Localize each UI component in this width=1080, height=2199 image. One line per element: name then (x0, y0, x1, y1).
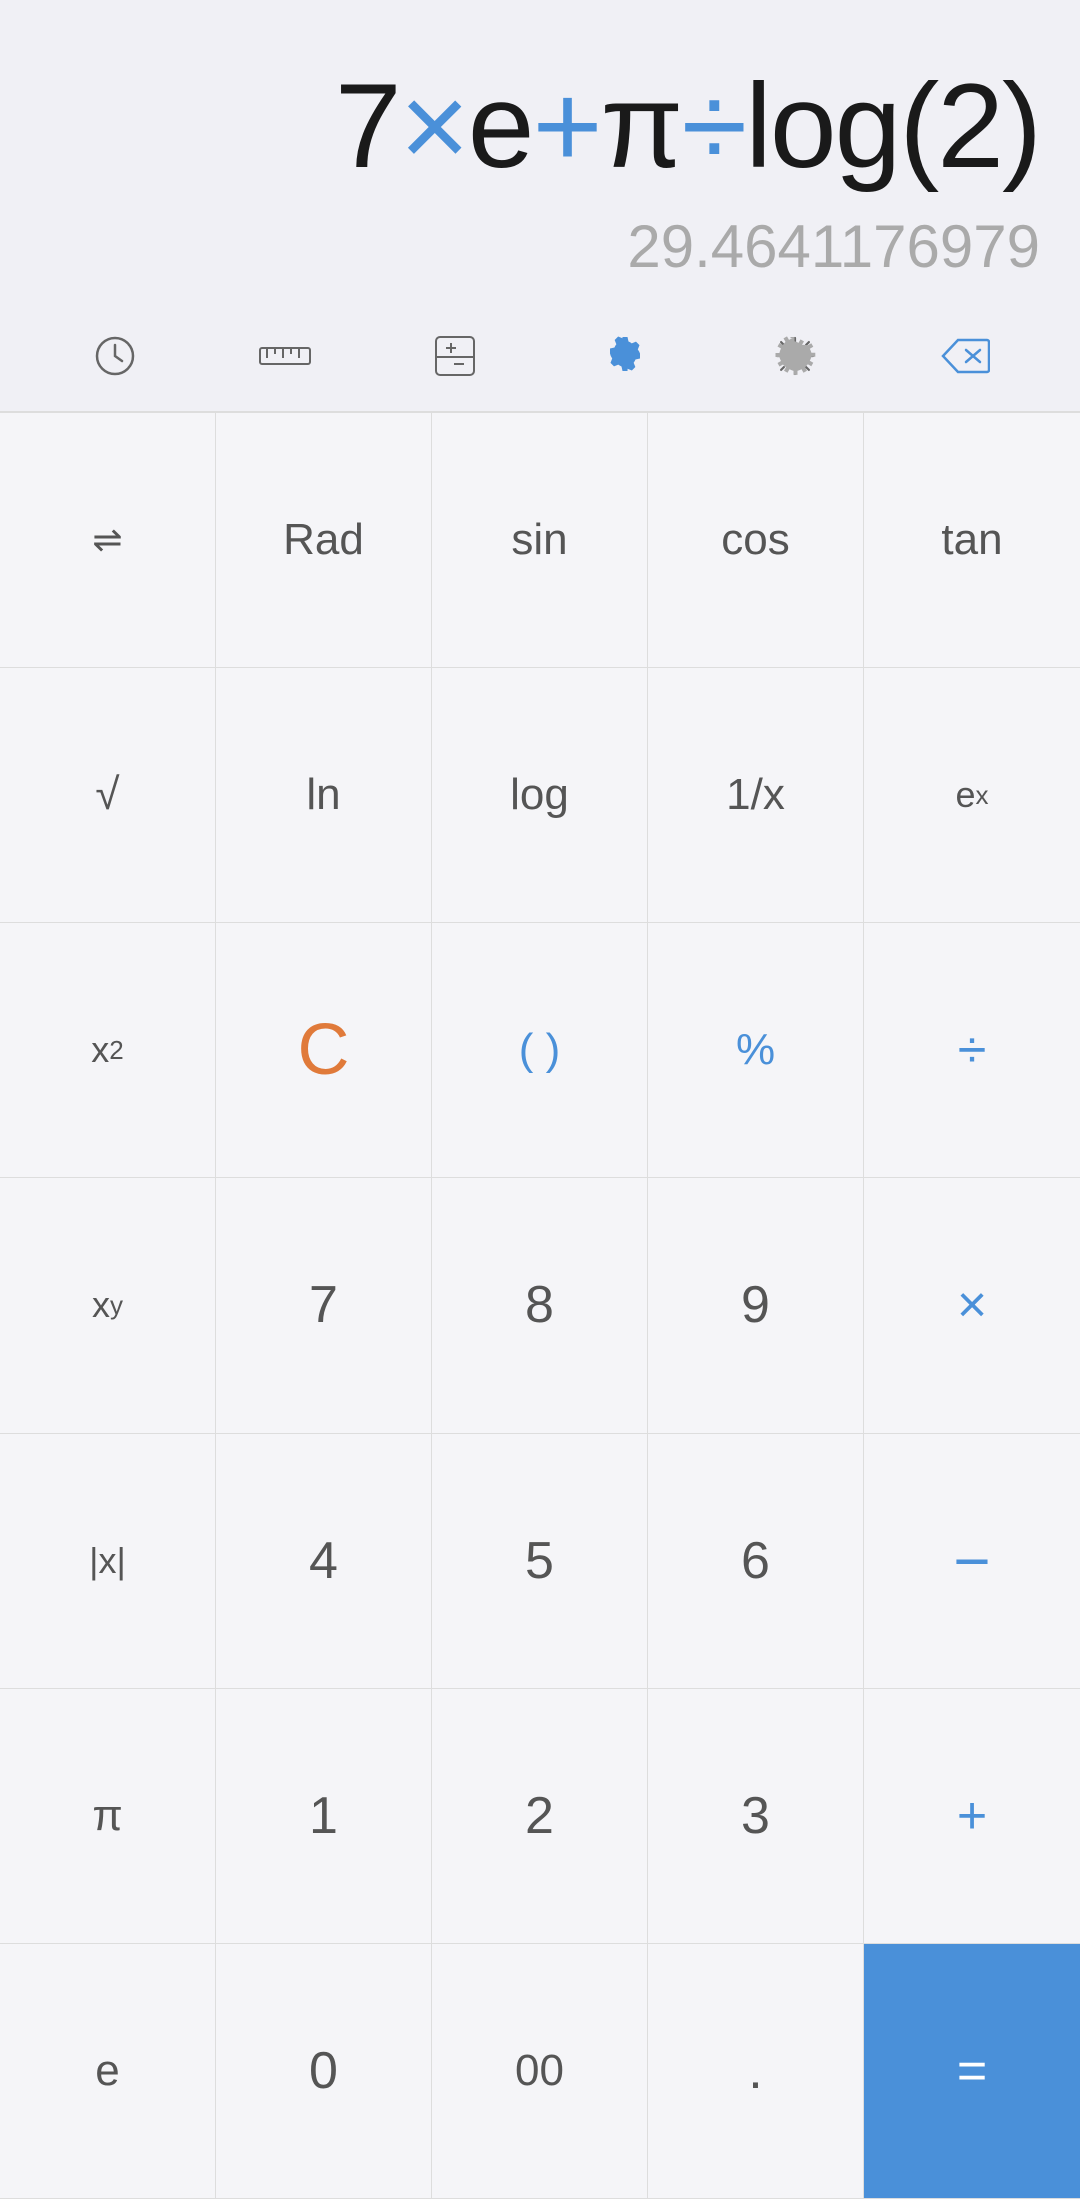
key-equals[interactable]: = (864, 1944, 1080, 2199)
ruler-button[interactable] (250, 321, 320, 391)
expression: 7×e+π÷log(2) (335, 60, 1040, 192)
key-square[interactable]: x2 (0, 923, 216, 1178)
key-power[interactable]: xy (0, 1178, 216, 1433)
expr-pi: π (601, 59, 682, 193)
key-0[interactable]: 0 (216, 1944, 432, 2199)
key-00[interactable]: 00 (432, 1944, 648, 2199)
key-cos[interactable]: cos (648, 413, 864, 668)
key-3[interactable]: 3 (648, 1689, 864, 1944)
key-parens[interactable]: ( ) (432, 923, 648, 1178)
key-tan[interactable]: tan (864, 413, 1080, 668)
key-5[interactable]: 5 (432, 1434, 648, 1689)
key-ln[interactable]: ln (216, 668, 432, 923)
settings-button[interactable] (760, 321, 830, 391)
key-sin[interactable]: sin (432, 413, 648, 668)
plusminus-button[interactable] (420, 321, 490, 391)
history-button[interactable] (80, 321, 150, 391)
key-arrows[interactable]: ⇌ (0, 413, 216, 668)
key-rad[interactable]: Rad (216, 413, 432, 668)
backspace-button[interactable] (930, 321, 1000, 391)
key-pi[interactable]: π (0, 1689, 216, 1944)
expr-plus: + (532, 59, 600, 193)
expr-log2: log(2) (745, 59, 1040, 193)
expr-times: × (400, 59, 468, 193)
expr-divide: ÷ (681, 59, 745, 193)
key-decimal[interactable]: . (648, 1944, 864, 2199)
key-minus[interactable]: − (864, 1434, 1080, 1689)
display-area: 7×e+π÷log(2) 29.4641176979 (0, 0, 1080, 301)
key-exp[interactable]: ex (864, 668, 1080, 923)
key-9[interactable]: 9 (648, 1178, 864, 1433)
key-7[interactable]: 7 (216, 1178, 432, 1433)
toolbar (0, 301, 1080, 412)
expr-7: 7 (335, 59, 400, 193)
result-display: 29.4641176979 (627, 212, 1040, 281)
key-1[interactable]: 1 (216, 1689, 432, 1944)
key-sqrt[interactable]: √ (0, 668, 216, 923)
key-reciprocal[interactable]: 1/x (648, 668, 864, 923)
keypad: ⇌ Rad sin cos tan √ ln log 1/x ex x2 C (… (0, 412, 1080, 2199)
key-percent[interactable]: % (648, 923, 864, 1178)
key-clear[interactable]: C (216, 923, 432, 1178)
key-6[interactable]: 6 (648, 1434, 864, 1689)
expr-e: e (468, 59, 533, 193)
key-divide[interactable]: ÷ (864, 923, 1080, 1178)
key-e[interactable]: e (0, 1944, 216, 2199)
key-4[interactable]: 4 (216, 1434, 432, 1689)
theme-button[interactable] (590, 321, 660, 391)
key-multiply[interactable]: × (864, 1178, 1080, 1433)
key-plus[interactable]: + (864, 1689, 1080, 1944)
key-abs[interactable]: |x| (0, 1434, 216, 1689)
key-8[interactable]: 8 (432, 1178, 648, 1433)
key-log[interactable]: log (432, 668, 648, 923)
key-2[interactable]: 2 (432, 1689, 648, 1944)
